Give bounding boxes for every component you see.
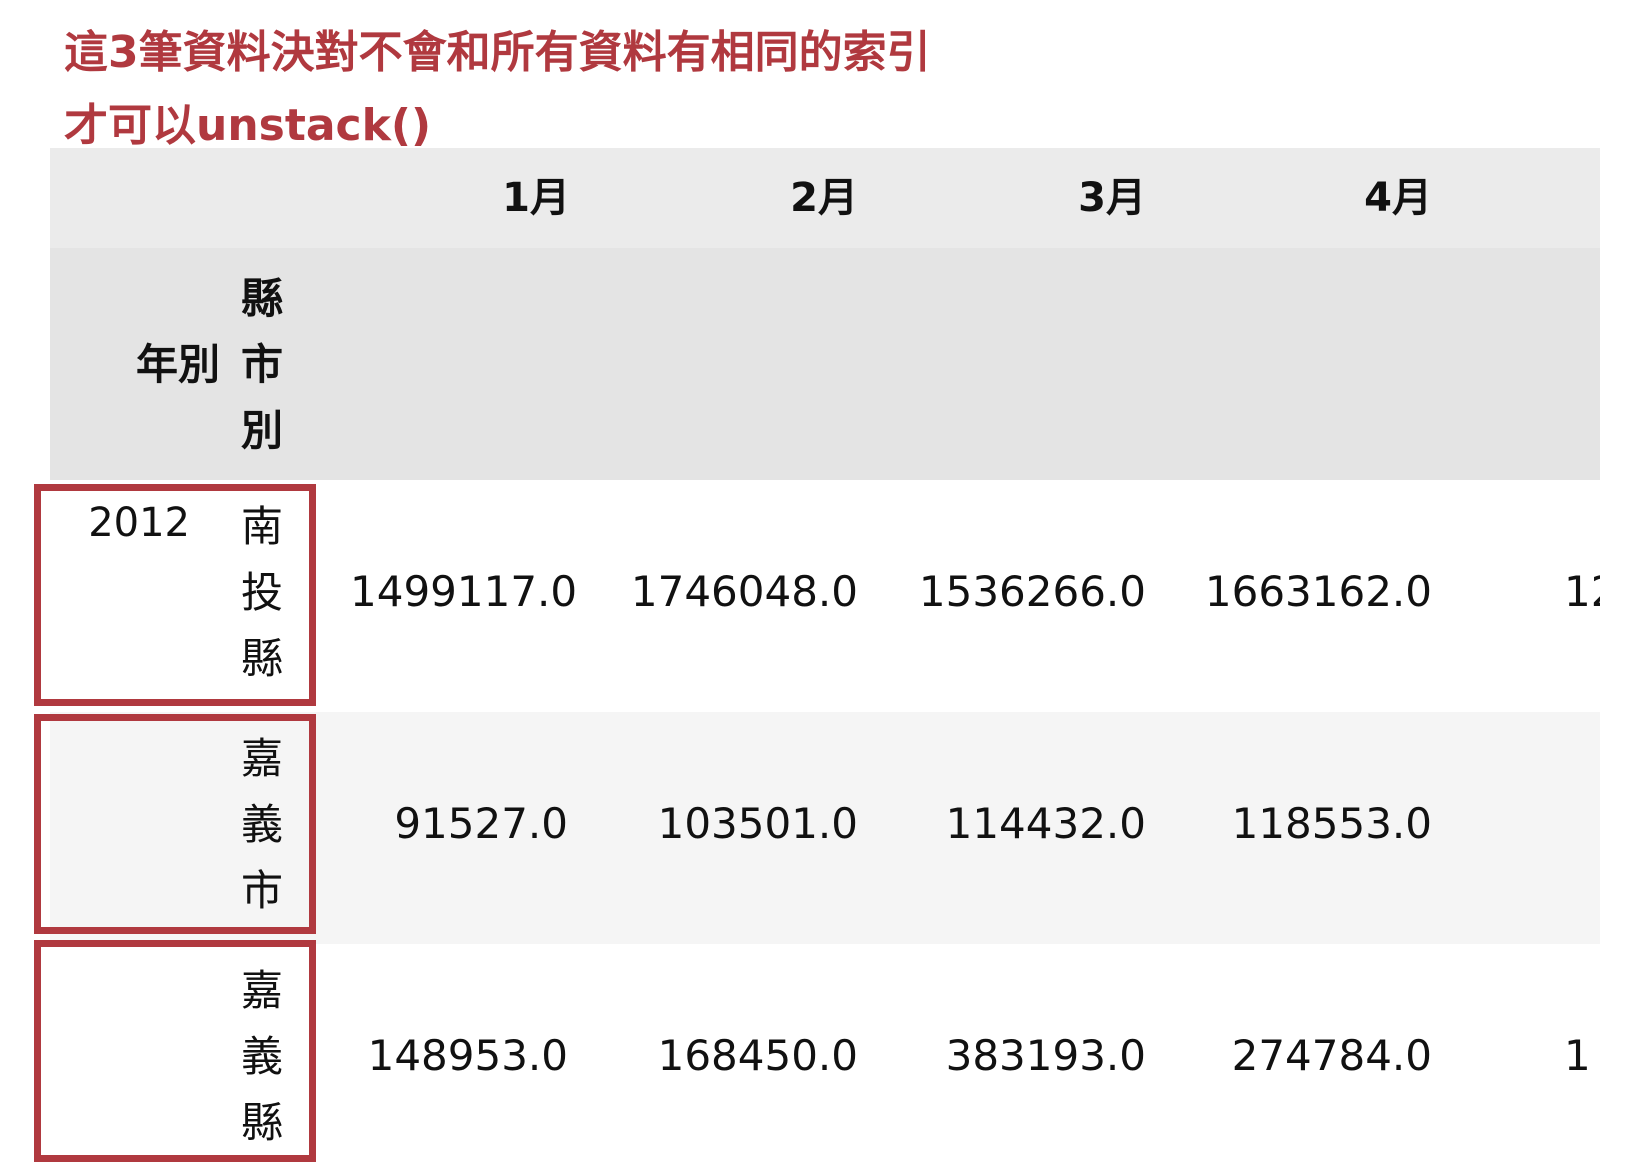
- truncated-column-cell: 12: [1564, 568, 1600, 616]
- annotation-line-2: 才可以unstack(): [64, 100, 432, 151]
- value-cell: 1499117.0: [350, 567, 578, 616]
- county-cell: 嘉 義 市: [240, 734, 283, 915]
- value-cell: 1746048.0: [630, 567, 858, 616]
- index-names-row: 年別 縣 市 別: [50, 248, 1600, 480]
- value-cell: 1663162.0: [1204, 567, 1432, 616]
- value-cell: 1536266.0: [918, 567, 1146, 616]
- value-cell: 118553.0: [1231, 799, 1432, 848]
- column-header-mar: 3月: [1078, 175, 1146, 221]
- value-cell: 274784.0: [1231, 1031, 1432, 1080]
- index-name-county: 縣 市 別: [240, 274, 283, 455]
- truncated-column-cell: [1564, 800, 1600, 848]
- value-cell: 114432.0: [945, 799, 1146, 848]
- table-row: 嘉 義 市 91527.0 103501.0 114432.0 118553.0: [50, 712, 1600, 944]
- table-row: 2012 南 投 縣 1499117.0 1746048.0 1536266.0…: [50, 480, 1600, 712]
- annotation-line-1: 這3筆資料決對不會和所有資料有相同的索引: [64, 27, 931, 78]
- value-cell: 168450.0: [657, 1031, 858, 1080]
- county-cell: 嘉 義 縣: [240, 966, 283, 1147]
- value-cell: 103501.0: [657, 799, 858, 848]
- value-cell: 383193.0: [945, 1031, 1146, 1080]
- value-cell: 91527.0: [394, 799, 568, 848]
- table-row: 嘉 義 縣 148953.0 168450.0 383193.0 274784.…: [50, 944, 1600, 1176]
- value-cell: 148953.0: [367, 1031, 568, 1080]
- year-cell: 2012: [88, 500, 190, 546]
- county-cell: 南 投 縣: [240, 502, 283, 683]
- column-header-feb: 2月: [790, 175, 858, 221]
- dataframe-table: 1月 2月 3月 4月 年別 縣 市 別 2012 南 投 縣 1499117.…: [50, 148, 1600, 1176]
- column-header-jan: 1月: [502, 175, 570, 221]
- column-header-row: 1月 2月 3月 4月: [50, 148, 1600, 248]
- truncated-column-cell: 1: [1564, 1032, 1591, 1080]
- column-header-apr: 4月: [1364, 175, 1432, 221]
